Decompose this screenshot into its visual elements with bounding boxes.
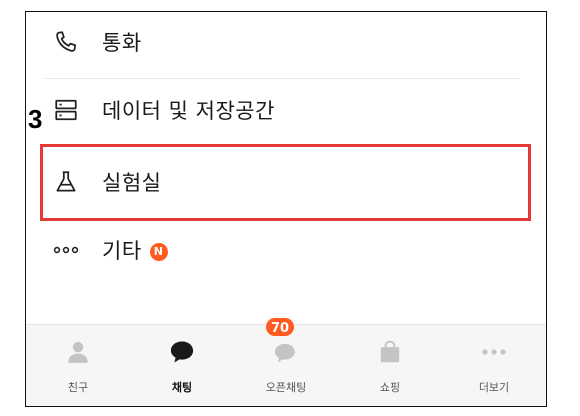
shopping-bag-icon <box>375 337 405 367</box>
menu-item-call[interactable]: 통화 <box>26 12 546 72</box>
chat-bubble-icon <box>167 337 197 367</box>
step-number-annotation: 3 <box>28 104 43 134</box>
menu-item-data-storage[interactable]: 데이터 및 저장공간 <box>26 80 546 140</box>
tab-shopping[interactable]: 쇼핑 <box>338 325 442 406</box>
open-chat-icon <box>271 337 301 367</box>
phone-icon <box>52 28 80 56</box>
tab-label-open-chat: 오픈채팅 <box>265 381 307 394</box>
person-icon <box>63 337 93 367</box>
menu-label-data-storage: 데이터 및 저장공간 <box>102 99 275 123</box>
storage-icon <box>52 96 80 124</box>
menu-item-etc[interactable]: 기타 N <box>26 220 546 280</box>
more-dots-icon <box>479 337 509 367</box>
etc-label-text: 기타 <box>102 239 142 263</box>
divider <box>44 78 520 79</box>
tab-friends[interactable]: 친구 <box>26 325 130 406</box>
highlight-box <box>40 144 531 221</box>
tab-label-chats: 채팅 <box>171 381 193 394</box>
tab-more[interactable]: 더보기 <box>442 325 546 406</box>
menu-label-call: 통화 <box>102 31 142 55</box>
tab-label-shopping: 쇼핑 <box>379 381 401 394</box>
tab-chats[interactable]: 채팅 <box>130 325 234 406</box>
tab-label-more: 더보기 <box>478 381 510 394</box>
open-chat-count-badge: 70 <box>264 316 297 338</box>
tab-label-friends: 친구 <box>67 381 89 394</box>
new-badge: N <box>149 242 168 261</box>
menu-label-etc: 기타 N <box>102 235 168 265</box>
more-dots-icon <box>52 236 80 264</box>
